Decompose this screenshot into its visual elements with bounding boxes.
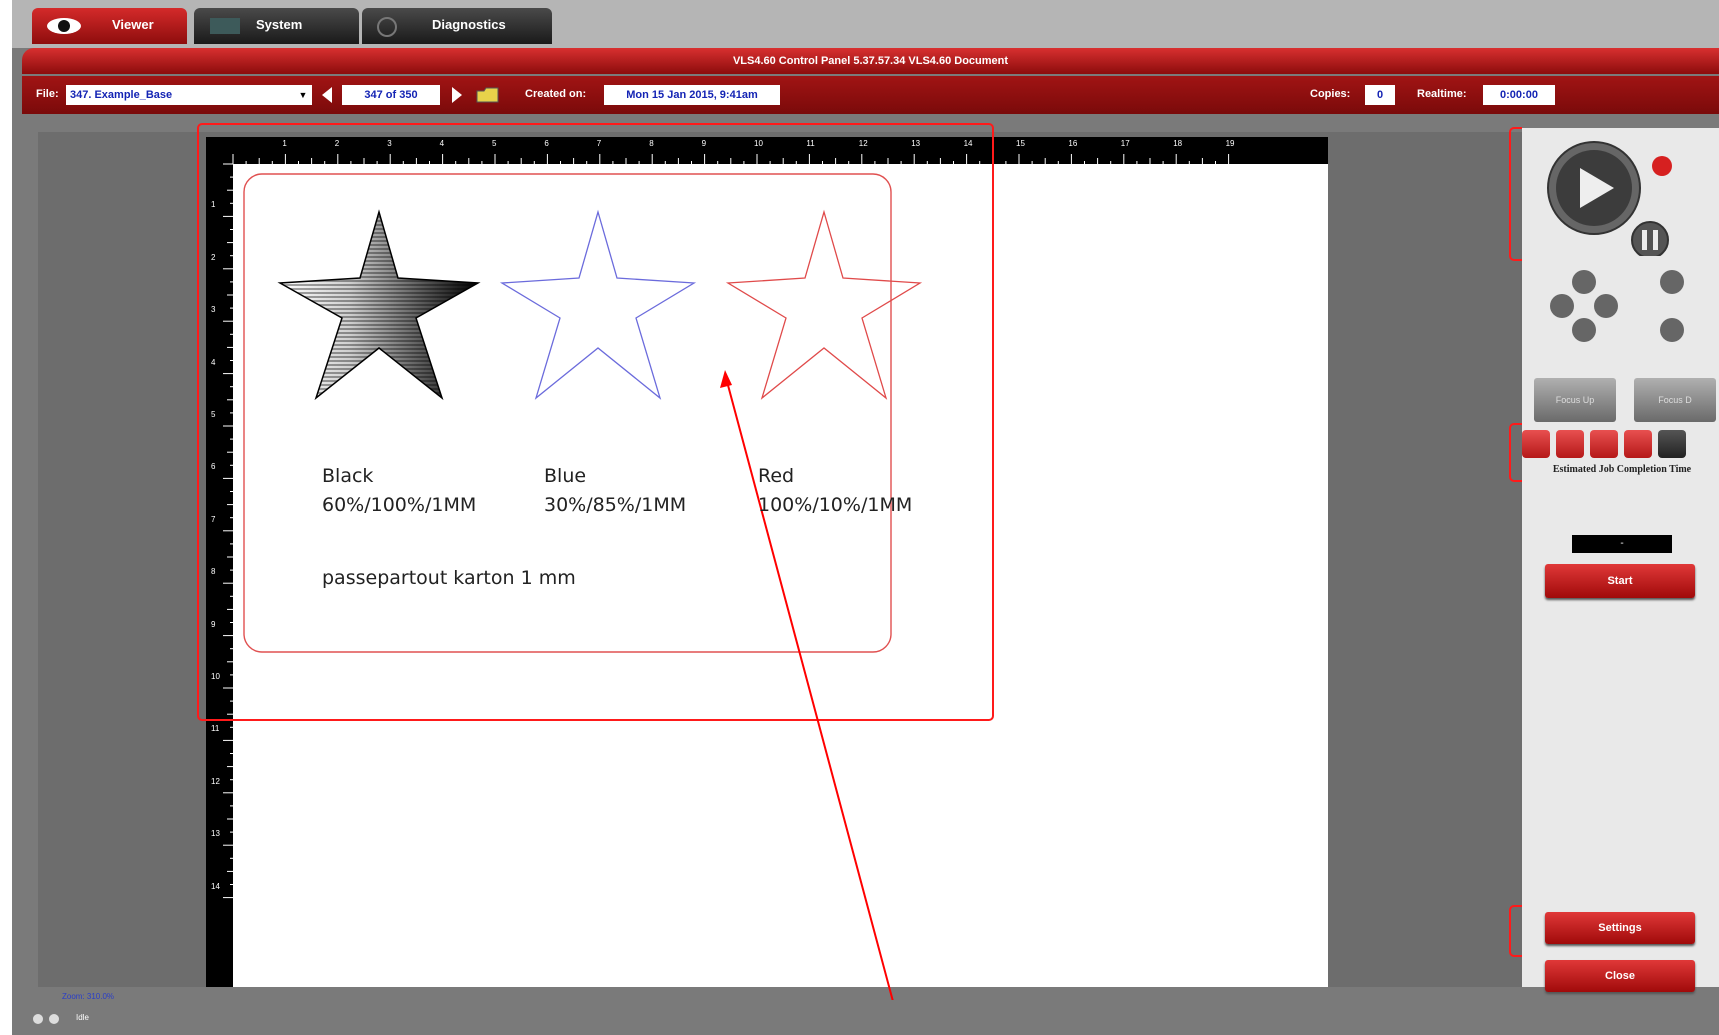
annotation-box-playback bbox=[1509, 127, 1522, 261]
ruler-top-number: 6 bbox=[544, 139, 549, 148]
ruler-left-number: 4 bbox=[211, 357, 216, 367]
jog-up-button[interactable] bbox=[1572, 270, 1596, 294]
ruler-top-number: 17 bbox=[1120, 139, 1130, 148]
pause-button[interactable] bbox=[1632, 222, 1668, 258]
power-icon[interactable] bbox=[1652, 156, 1672, 176]
ruler-left-number: 5 bbox=[211, 410, 216, 419]
annotation-arrow-red bbox=[724, 373, 894, 1000]
ruler-left-number: 8 bbox=[211, 567, 216, 577]
ruler-top-number: 18 bbox=[1173, 139, 1183, 148]
close-button[interactable]: Close bbox=[1545, 960, 1695, 992]
label-red: Red bbox=[758, 465, 795, 487]
annotation-box-settings bbox=[1509, 905, 1522, 957]
ruler-top-number: 13 bbox=[911, 139, 921, 148]
label-black-settings: 60%/100%/1MM bbox=[322, 494, 477, 516]
ruler-top-number: 14 bbox=[963, 139, 973, 148]
note-text: passepartout karton 1 mm bbox=[322, 567, 576, 589]
ruler-top-number: 15 bbox=[1016, 139, 1025, 148]
settings-button[interactable]: Settings bbox=[1545, 912, 1695, 944]
ruler-left-number: 10 bbox=[211, 672, 220, 681]
ruler-top-number: 16 bbox=[1068, 139, 1078, 148]
ruler-top-number: 19 bbox=[1225, 139, 1235, 148]
label-red-settings: 100%/10%/1MM bbox=[758, 494, 913, 516]
relocate-icon[interactable] bbox=[1624, 430, 1652, 458]
status-bar: Zoom: 310.0% Idle bbox=[12, 992, 1719, 1035]
ruler-left-number: 2 bbox=[211, 252, 216, 262]
estimated-time-value: - bbox=[1572, 535, 1672, 553]
ruler-left-number: 11 bbox=[211, 724, 220, 734]
z-up-button[interactable] bbox=[1660, 270, 1684, 294]
ruler-top-number: 4 bbox=[439, 139, 445, 148]
annotation-box-tools bbox=[1509, 423, 1522, 482]
ruler-top-number: 7 bbox=[596, 139, 602, 148]
ruler-top-number: 10 bbox=[754, 139, 763, 148]
laser-control-panel-window: Viewer System Diagnostics VLS4.60 Contro… bbox=[12, 0, 1719, 1035]
control-panel: Focus Up Focus D Estimated Job Completio… bbox=[1522, 128, 1719, 992]
ruler-left-number: 12 bbox=[211, 776, 220, 786]
ruler-top-number: 11 bbox=[806, 139, 815, 148]
ruler-top-number: 3 bbox=[387, 139, 392, 148]
ruler-top-number: 1 bbox=[282, 139, 287, 148]
z-down-button[interactable] bbox=[1660, 318, 1684, 342]
start-button[interactable]: Start bbox=[1545, 564, 1695, 598]
jog-down-button[interactable] bbox=[1572, 318, 1596, 342]
label-blue: Blue bbox=[544, 465, 587, 487]
ruler-top-number: 12 bbox=[858, 139, 868, 148]
ruler-left-number: 6 bbox=[211, 462, 216, 472]
label-blue-settings: 30%/85%/1MM bbox=[544, 494, 687, 516]
label-black: Black bbox=[322, 465, 374, 487]
move-icon[interactable] bbox=[1590, 430, 1618, 458]
focus-up-button[interactable]: Focus Up bbox=[1534, 378, 1616, 422]
blue-star bbox=[499, 209, 697, 400]
ruler-left-number: 9 bbox=[211, 619, 216, 629]
ruler-top-number: 5 bbox=[492, 139, 497, 148]
estimate-time-icon[interactable] bbox=[1658, 430, 1686, 458]
layer-filter-icon[interactable] bbox=[1556, 430, 1584, 458]
jog-right-button[interactable] bbox=[1594, 294, 1618, 318]
ruler-top-number: 8 bbox=[649, 139, 654, 148]
zoom-icon[interactable] bbox=[1522, 430, 1550, 458]
ruler-left-number: 3 bbox=[211, 305, 216, 315]
ruler-left-number: 14 bbox=[211, 881, 220, 891]
ruler-top-number: 2 bbox=[334, 139, 340, 148]
ruler-left-number: 7 bbox=[211, 514, 216, 524]
ruler-top-number: 9 bbox=[701, 139, 707, 148]
jog-left-button[interactable] bbox=[1550, 294, 1574, 318]
idle-status: Idle bbox=[76, 1013, 89, 1022]
focus-down-button[interactable]: Focus D bbox=[1634, 378, 1716, 422]
estimated-time-label: Estimated Job Completion Time bbox=[1552, 464, 1692, 475]
ruler-left-number: 1 bbox=[211, 200, 216, 210]
play-button[interactable] bbox=[1542, 138, 1638, 234]
zoom-readout: Zoom: 310.0% bbox=[62, 992, 115, 1001]
annotation-box-document bbox=[197, 123, 994, 721]
status-icons bbox=[33, 1014, 59, 1024]
ruler-left-number: 13 bbox=[211, 829, 220, 839]
